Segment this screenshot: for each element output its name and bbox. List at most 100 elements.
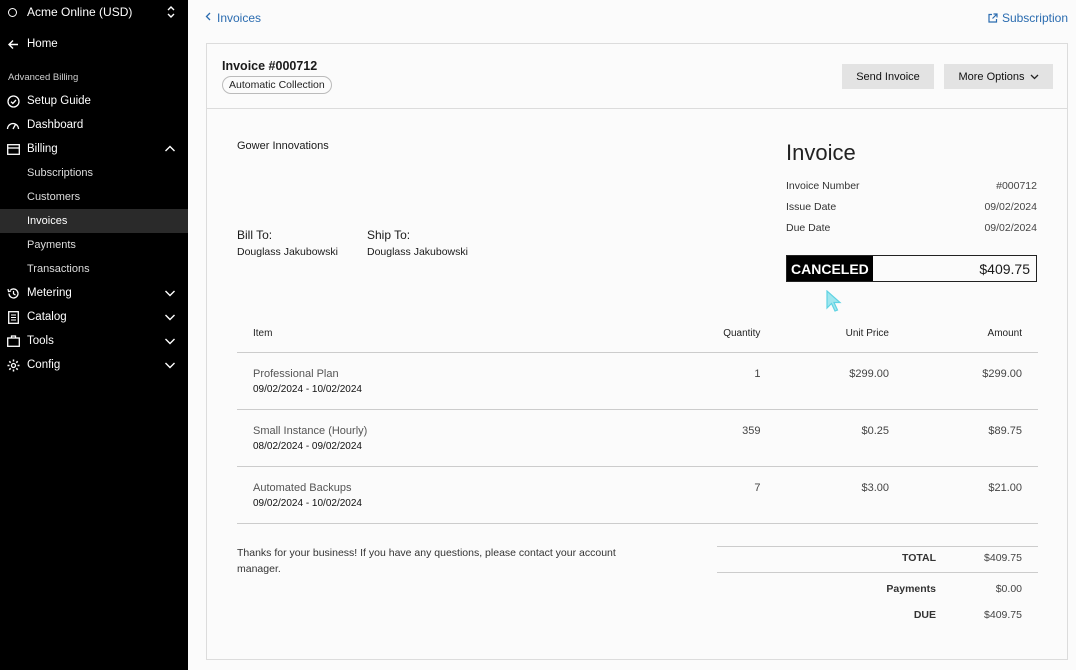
mouse-cursor-icon [826, 290, 842, 312]
column-header-unit-price: Unit Price [845, 328, 889, 340]
column-header-item: Item [253, 328, 273, 340]
table-row: Small Instance (Hourly) 08/02/2024 - 09/… [237, 409, 1038, 466]
sidebar-item-transactions[interactable]: Transactions [0, 257, 188, 281]
external-link-icon [988, 13, 998, 23]
line-item-name: Automated Backups [253, 481, 352, 494]
line-item-period: 09/02/2024 - 10/02/2024 [253, 383, 362, 395]
invoice-title: Invoice #000712 [222, 59, 318, 73]
document-icon [6, 310, 20, 324]
totals-divider [717, 546, 1038, 547]
sidebar-item-config[interactable]: Config [0, 353, 188, 377]
more-options-button[interactable]: More Options [944, 64, 1053, 89]
table-row: Automated Backups 09/02/2024 - 10/02/202… [237, 466, 1038, 523]
credit-card-icon [6, 142, 20, 156]
org-name: Acme Online (USD) [27, 5, 133, 19]
line-item-unit-price: $299.00 [849, 367, 889, 380]
line-item-period: 08/02/2024 - 09/02/2024 [253, 440, 362, 452]
chevron-up-icon [165, 145, 175, 152]
sidebar-item-label: Config [27, 359, 61, 371]
sidebar-item-label: Home [27, 38, 58, 50]
sidebar-item-label: Dashboard [27, 119, 84, 131]
due-date-value: 09/02/2024 [984, 222, 1037, 234]
invoice-number-label: Invoice Number [786, 180, 860, 192]
chevron-down-icon [165, 362, 175, 369]
line-item-amount: $299.00 [982, 367, 1022, 380]
payments-label: Payments [886, 583, 936, 595]
bill-to-name: Douglass Jakubowski [237, 246, 338, 258]
sidebar-item-label: Metering [27, 287, 72, 299]
line-item-cell: Automated Backups 09/02/2024 - 10/02/202… [237, 466, 686, 523]
history-icon [6, 286, 20, 300]
total-value: $409.75 [984, 552, 1022, 564]
invoice-card: Invoice #000712 Automatic Collection Sen… [206, 43, 1068, 660]
status-badge: CANCELED [787, 256, 873, 281]
sidebar-item-label: Catalog [27, 311, 67, 323]
invoice-header: Invoice #000712 Automatic Collection Sen… [207, 44, 1067, 109]
line-item-unit-price: $0.25 [861, 424, 889, 437]
status-box: CANCELED $409.75 [786, 255, 1037, 282]
sidebar-item-label: Tools [27, 335, 54, 347]
invoice-number-value: #000712 [996, 180, 1037, 192]
line-item-name: Small Instance (Hourly) [253, 424, 368, 437]
line-items-table: Item Quantity Unit Price Amount Professi… [237, 316, 1038, 524]
sidebar-item-invoices[interactable]: Invoices [0, 209, 188, 233]
sidebar-item-dashboard[interactable]: Dashboard [0, 113, 188, 137]
issue-date-value: 09/02/2024 [984, 201, 1037, 213]
sidebar-item-subscriptions[interactable]: Subscriptions [0, 161, 188, 185]
chevron-down-icon [165, 338, 175, 345]
sidebar-item-metering[interactable]: Metering [0, 281, 188, 305]
due-label: DUE [913, 609, 936, 621]
ship-to-name: Douglass Jakubowski [367, 246, 468, 258]
subscription-link[interactable]: Subscription [988, 11, 1068, 25]
briefcase-icon [6, 334, 20, 348]
status-amount: $409.75 [979, 260, 1030, 277]
collection-badge: Automatic Collection [222, 76, 332, 94]
sidebar-item-home[interactable]: Home [0, 32, 188, 56]
line-item-amount: $89.75 [988, 424, 1022, 437]
back-to-invoices-link[interactable]: Invoices [205, 11, 261, 25]
due-value: $409.75 [984, 609, 1022, 621]
line-item-period: 09/02/2024 - 10/02/2024 [253, 497, 362, 509]
chevron-down-icon [165, 290, 175, 297]
line-item-name: Professional Plan [253, 367, 339, 380]
sidebar-item-payments[interactable]: Payments [0, 233, 188, 257]
ship-to-label: Ship To: [367, 228, 411, 242]
sidebar-item-label: Billing [27, 143, 58, 155]
gear-icon [6, 358, 20, 372]
sidebar-item-label: Setup Guide [27, 95, 91, 107]
line-item-cell: Professional Plan 09/02/2024 - 10/02/202… [237, 352, 686, 409]
send-invoice-button[interactable]: Send Invoice [842, 64, 934, 89]
section-label: Advanced Billing [8, 72, 79, 83]
sidebar-item-tools[interactable]: Tools [0, 329, 188, 353]
line-item-quantity: 1 [754, 367, 761, 380]
sidebar-item-billing[interactable]: Billing [0, 137, 188, 161]
org-switcher[interactable]: Acme Online (USD) [0, 0, 188, 24]
line-item-amount: $21.00 [988, 481, 1022, 494]
column-header-quantity: Quantity [723, 328, 761, 340]
due-date-label: Due Date [786, 222, 831, 234]
sidebar-item-customers[interactable]: Customers [0, 185, 188, 209]
line-item-quantity: 7 [754, 481, 761, 494]
line-item-cell: Small Instance (Hourly) 08/02/2024 - 09/… [237, 409, 686, 466]
totals-divider [717, 572, 1038, 573]
table-row: Professional Plan 09/02/2024 - 10/02/202… [237, 352, 1038, 409]
org-circle-icon [8, 7, 17, 17]
bill-to-label: Bill To: [237, 228, 273, 242]
thank-you-note: Thanks for your business! If you have an… [237, 547, 616, 575]
check-circle-icon [6, 94, 20, 108]
sidebar-item-catalog[interactable]: Catalog [0, 305, 188, 329]
arrow-left-icon [6, 37, 20, 51]
back-link-label: Invoices [217, 11, 262, 25]
sidebar-item-setup-guide[interactable]: Setup Guide [0, 89, 188, 113]
total-label: TOTAL [901, 552, 936, 564]
company-name: Gower Innovations [237, 140, 329, 152]
sort-chevrons-icon [166, 5, 176, 19]
invoice-document: Gower Innovations Bill To: Douglass Jaku… [237, 109, 1038, 661]
chevron-down-icon [165, 314, 175, 321]
chevron-down-icon [1030, 74, 1038, 79]
issue-date-label: Issue Date [786, 201, 837, 213]
subscription-link-label: Subscription [1001, 11, 1068, 25]
gauge-icon [6, 118, 20, 132]
payments-value: $0.00 [995, 583, 1022, 595]
table-header-row: Item Quantity Unit Price Amount [237, 316, 1038, 352]
